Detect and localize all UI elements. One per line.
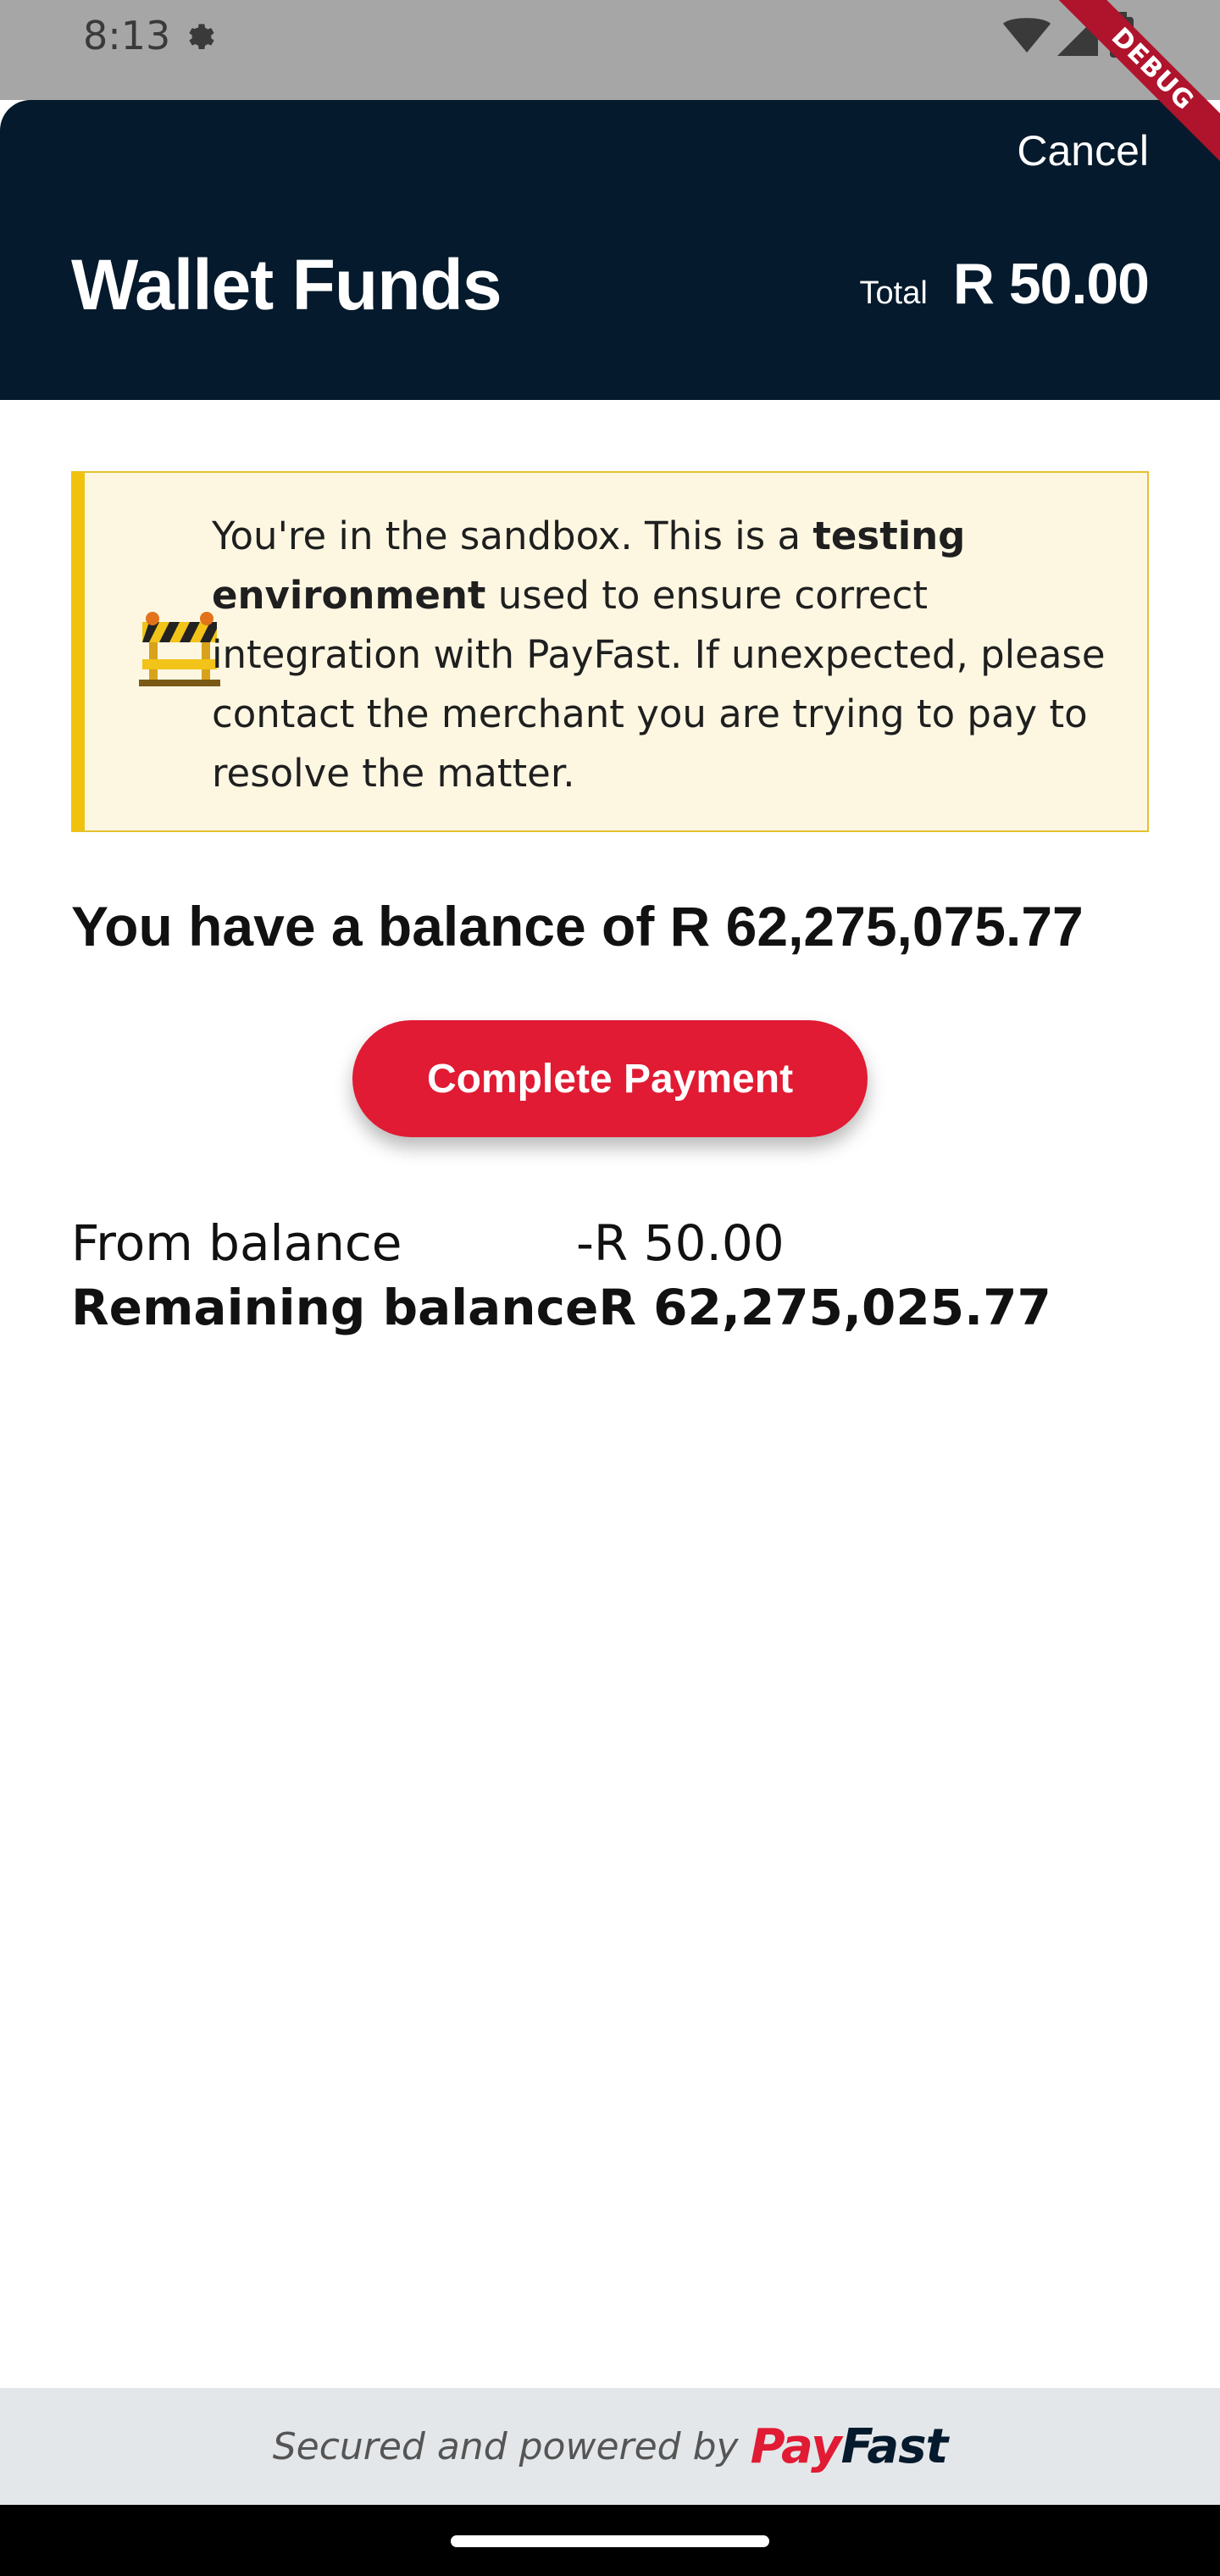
- total-amount: Total R 50.00: [859, 251, 1150, 317]
- payment-header: Cancel Wallet Funds Total R 50.00: [0, 100, 1220, 400]
- sandbox-text-start: You're in the sandbox. This is a: [212, 514, 813, 558]
- balance-breakdown: From balance -R 50.00 Remaining balanceR…: [71, 1212, 1051, 1341]
- sandbox-message: You're in the sandbox. This is a testing…: [212, 507, 1127, 803]
- wifi-icon: [1003, 18, 1051, 53]
- gear-icon: [189, 24, 214, 49]
- status-time: 8:13: [83, 13, 171, 58]
- footer-text: Secured and powered by: [272, 2424, 739, 2468]
- battery-icon: [1110, 12, 1134, 58]
- sandbox-notice: You're in the sandbox. This is a testing…: [71, 471, 1149, 832]
- secured-footer: Secured and powered by PayFast: [0, 2388, 1220, 2505]
- remaining-balance-value: R 62,275,025.77: [598, 1279, 1051, 1336]
- remaining-balance-label: Remaining balance: [71, 1279, 599, 1336]
- balance-heading: You have a balance of R 62,275,075.77: [71, 895, 1084, 958]
- status-bar: 8:13: [0, 0, 1220, 71]
- logo-pay: Pay: [750, 2418, 842, 2474]
- page-title: Wallet Funds: [71, 245, 502, 325]
- system-nav-bar: [0, 2505, 1220, 2576]
- cellular-signal-icon: [1057, 15, 1098, 56]
- payfast-logo: PayFast: [750, 2418, 949, 2474]
- from-balance-label: From balance: [71, 1214, 402, 1272]
- from-balance-value: -R 50.00: [576, 1214, 785, 1272]
- logo-fast: Fast: [840, 2418, 949, 2474]
- construction-barrier-icon: [139, 612, 220, 686]
- remaining-balance-row: Remaining balanceR 62,275,025.77: [71, 1276, 1051, 1341]
- cancel-button[interactable]: Cancel: [1017, 125, 1149, 176]
- home-gesture-handle[interactable]: [451, 2535, 769, 2547]
- total-label: Total: [859, 275, 928, 311]
- backdrop-strip: [0, 71, 1220, 100]
- total-value: R 50.00: [952, 252, 1150, 316]
- complete-payment-button[interactable]: Complete Payment: [352, 1020, 868, 1137]
- from-balance-row: From balance -R 50.00: [71, 1212, 1051, 1276]
